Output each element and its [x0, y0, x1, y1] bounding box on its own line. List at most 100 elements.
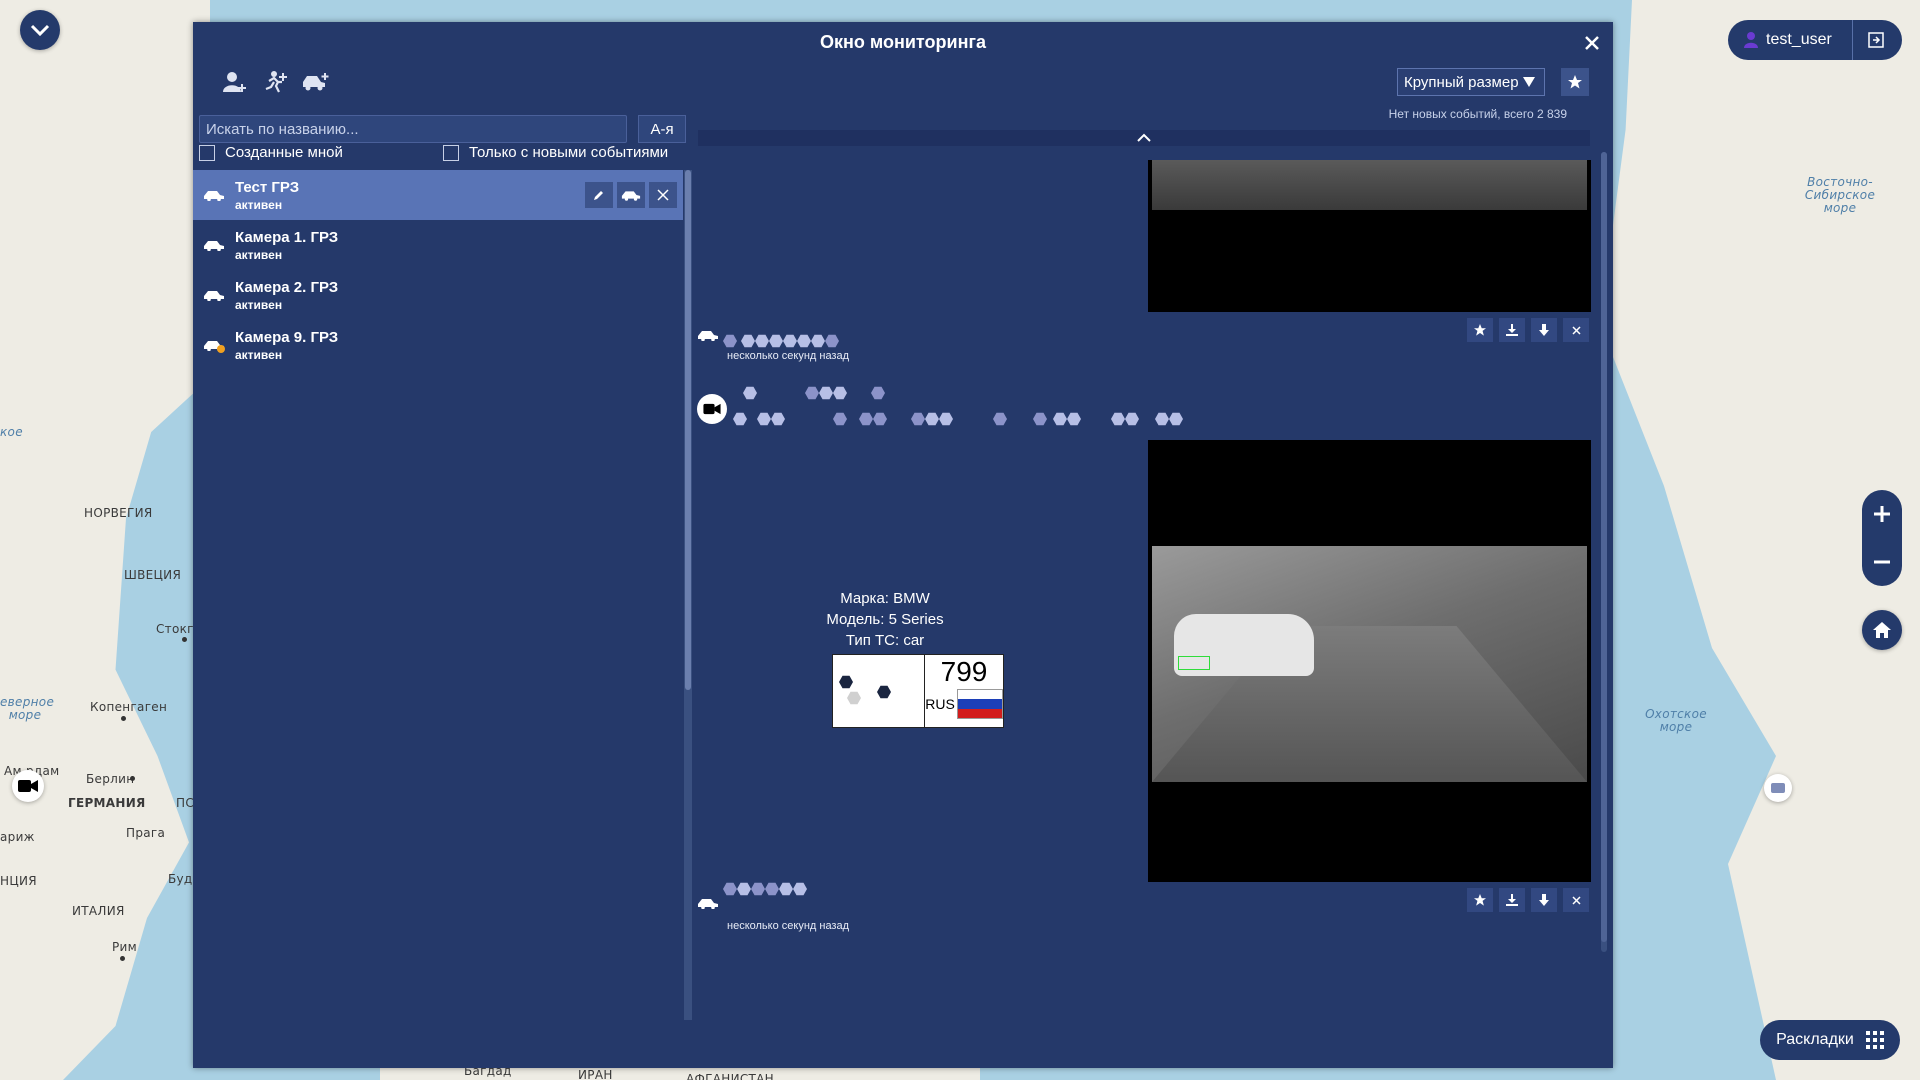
event-car-icon — [697, 328, 719, 346]
feed-collapse-bar[interactable] — [698, 130, 1590, 146]
checkbox-box[interactable] — [199, 144, 215, 161]
camera-name: Камера 9. ГРЗ — [235, 328, 339, 346]
list-item[interactable]: Тест ГРЗ активен — [193, 170, 683, 220]
user-name-area[interactable]: test_user — [1728, 31, 1852, 49]
map-marker[interactable] — [1764, 774, 1792, 802]
created-by-me-checkbox[interactable]: Созданные мной — [199, 144, 343, 161]
download-button[interactable] — [1531, 318, 1557, 342]
car-add-icon — [303, 73, 329, 91]
list-item[interactable]: Камера 1. ГРЗ активен — [193, 220, 683, 270]
save-icon — [1506, 324, 1518, 336]
event-camera-frame[interactable] — [1148, 160, 1591, 312]
user-name: test_user — [1766, 31, 1832, 48]
map-label-berlin: Берлин — [86, 772, 135, 786]
frame-image — [1152, 546, 1587, 782]
user-menu[interactable]: test_user — [1728, 20, 1902, 60]
vehicle-model: Модель: 5 Series — [826, 611, 944, 628]
edit-button[interactable] — [585, 182, 613, 208]
vehicle-make: Марка: BMW — [840, 590, 930, 607]
camera-list: Тест ГРЗ активен Камера 1. ГРЗ активен К… — [193, 170, 683, 370]
event-actions — [1467, 888, 1589, 912]
star-icon — [1568, 75, 1582, 89]
camera-name: Камера 1. ГРЗ — [235, 228, 339, 246]
add-person-button[interactable] — [221, 68, 249, 96]
add-motion-button[interactable] — [261, 68, 289, 96]
camera-name: Тест ГРЗ — [235, 178, 300, 196]
car-icon — [621, 191, 641, 201]
monitoring-window: Окно мониторинга Искать по названию... А… — [193, 22, 1613, 1068]
camera-status: активен — [235, 347, 283, 362]
size-select[interactable]: Крупный размер — [1397, 68, 1545, 96]
user-icon — [1744, 32, 1758, 48]
runner-add-icon — [265, 71, 287, 93]
window-title: Окно мониторинга — [820, 32, 986, 52]
feed-scrollbar[interactable] — [1601, 152, 1607, 952]
map-label-rome: Рим — [112, 940, 137, 954]
close-button[interactable] — [1585, 32, 1599, 54]
map-label-germany: ГЕРМАНИЯ — [68, 796, 146, 810]
download-icon — [1539, 324, 1549, 336]
map-label-norway: НОРВЕГИЯ — [84, 506, 153, 520]
dismiss-button[interactable] — [1563, 318, 1589, 342]
frame-image — [1152, 160, 1587, 210]
camera-icon — [703, 403, 721, 415]
plate-number-redacted — [833, 655, 925, 727]
checkbox-box[interactable] — [443, 144, 459, 161]
search-input[interactable]: Искать по названию... — [199, 115, 627, 143]
event-camera-frame[interactable] — [1148, 440, 1591, 882]
search-placeholder: Искать по названию... — [206, 120, 359, 138]
scrollbar-thumb[interactable] — [1601, 152, 1607, 942]
map-label-prague: Прага — [126, 826, 166, 840]
zoom-out-button[interactable] — [1873, 546, 1891, 578]
collapse-button[interactable] — [20, 10, 60, 50]
zoom-in-button[interactable] — [1873, 498, 1891, 530]
alert-dot — [217, 345, 225, 353]
new-events-checkbox[interactable]: Только с новыми событиями — [443, 144, 668, 161]
camera-status: активен — [235, 197, 283, 212]
layouts-button[interactable]: Раскладки — [1760, 1020, 1900, 1060]
camera-icon — [18, 780, 38, 792]
favorite-button[interactable] — [1467, 888, 1493, 912]
remove-button[interactable] — [649, 182, 677, 208]
camera-status: активен — [235, 297, 283, 312]
vehicle-button[interactable] — [617, 182, 645, 208]
zoom-controls — [1862, 490, 1902, 586]
scrollbar-thumb[interactable] — [685, 170, 691, 690]
map-camera-marker[interactable] — [12, 770, 44, 802]
download-button[interactable] — [1531, 888, 1557, 912]
dismiss-button[interactable] — [1563, 888, 1589, 912]
save-button[interactable] — [1499, 888, 1525, 912]
list-item[interactable]: Камера 2. ГРЗ активен — [193, 270, 683, 320]
map-label-paris: ариж — [0, 830, 35, 844]
chevron-down-icon — [1522, 77, 1535, 87]
favorites-button[interactable] — [1561, 68, 1589, 96]
map-label-italy: ИТАЛИЯ — [72, 904, 125, 918]
car-icon — [698, 899, 718, 910]
city-dot — [121, 716, 126, 721]
download-icon — [1539, 894, 1549, 906]
person-add-icon — [223, 72, 246, 92]
map-label-france: НЦИЯ — [0, 874, 37, 888]
event-camera-marker — [697, 394, 727, 424]
event-time: несколько секунд назад — [727, 920, 850, 932]
edit-icon — [594, 191, 603, 200]
sort-button[interactable]: А-я — [638, 115, 686, 143]
home-button[interactable] — [1862, 610, 1902, 650]
list-scrollbar[interactable] — [684, 170, 692, 1020]
item-actions — [585, 182, 677, 208]
size-select-value: Крупный размер — [1404, 73, 1519, 91]
chevron-down-icon — [30, 24, 50, 36]
map-label-okhotsk-sea: Охотское море — [1645, 707, 1707, 734]
save-button[interactable] — [1499, 318, 1525, 342]
list-item[interactable]: Камера 9. ГРЗ активен — [193, 320, 683, 370]
vehicle-type: Тип ТС: car — [845, 632, 925, 649]
map-label-afghanistan: АФГАНИСТАН — [686, 1072, 775, 1080]
map-label-east-siberian-sea: Восточно-Сибирское море — [1804, 175, 1876, 215]
event-time: несколько секунд назад — [727, 350, 850, 362]
city-dot — [120, 956, 125, 961]
logout-button[interactable] — [1852, 20, 1899, 60]
event-car-icon — [697, 896, 719, 914]
favorite-button[interactable] — [1467, 318, 1493, 342]
add-vehicle-button[interactable] — [301, 68, 329, 96]
city-dot — [182, 637, 187, 642]
